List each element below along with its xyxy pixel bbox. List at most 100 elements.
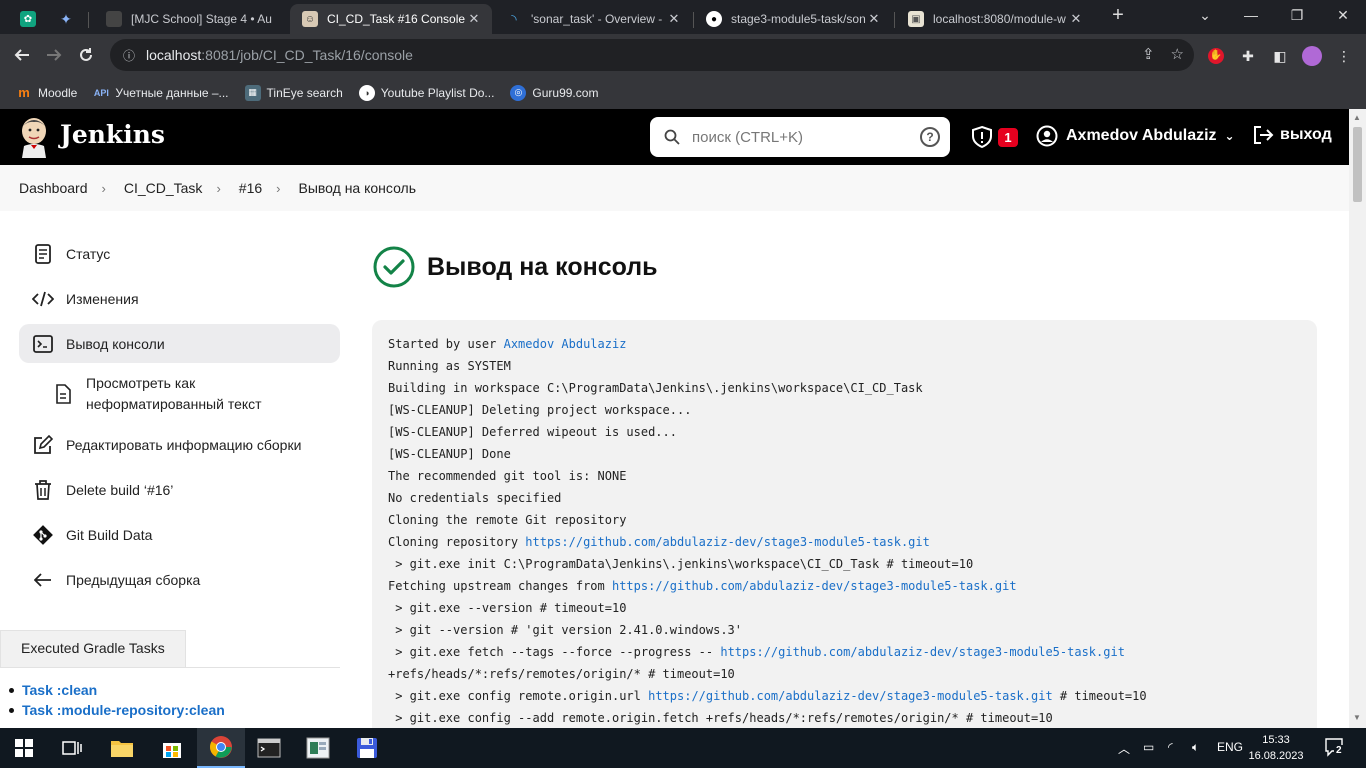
github-icon: ● — [706, 11, 722, 27]
sidebar-item-plain-text[interactable]: Просмотреть как неформатированный текст — [19, 369, 340, 419]
search-box[interactable]: ? — [650, 117, 950, 157]
profile-avatar[interactable] — [1302, 46, 1322, 66]
scroll-down-icon[interactable]: ▼ — [1353, 713, 1361, 722]
shield-warning-icon[interactable] — [970, 125, 994, 149]
language-indicator[interactable]: ENG — [1217, 740, 1243, 754]
tab-close-icon[interactable]: ✕ — [666, 11, 682, 27]
bookmark-moodle[interactable]: m Moodle — [16, 85, 77, 101]
sidebar-item-status[interactable]: Статус — [19, 234, 340, 273]
address-bar[interactable]: ⓘ localhost:8081/job/CI_CD_Task/16/conso… — [110, 39, 1194, 71]
chrome-icon[interactable] — [197, 728, 245, 768]
task-view-icon[interactable] — [48, 728, 96, 768]
page-title: Вывод на консоль — [427, 252, 658, 281]
console-output: Started by user Axmedov Abdulaziz Runnin… — [372, 320, 1317, 740]
gradle-task-link[interactable]: Task :module-repository:clean — [9, 702, 340, 718]
chevron-right-icon: › — [101, 180, 106, 196]
help-icon[interactable]: ? — [920, 127, 940, 147]
page-scrollbar[interactable]: ▲ ▼ — [1349, 109, 1366, 728]
scroll-up-icon[interactable]: ▲ — [1353, 113, 1361, 122]
breadcrumb-job[interactable]: CI_CD_Task — [124, 180, 203, 196]
jenkins-logo-icon[interactable] — [18, 116, 50, 158]
console-line: > git.exe init C:\ProgramData\Jenkins\.j… — [388, 557, 974, 571]
side-panel-icon[interactable]: ◧ — [1270, 46, 1290, 66]
terminal-app-icon[interactable] — [245, 728, 293, 768]
sidebar-item-changes[interactable]: Изменения — [19, 279, 340, 318]
tab-jenkins-console[interactable]: ☺ CI_CD_Task #16 Console [ ✕ — [290, 4, 492, 34]
console-line: +refs/heads/*:refs/remotes/origin/* # ti… — [388, 667, 735, 681]
bookmark-guru99[interactable]: ◎ Guru99.com — [510, 84, 598, 101]
user-link[interactable]: Axmedov Abdulaziz — [504, 337, 627, 351]
console-line: > git.exe fetch --tags --force --progres… — [388, 645, 1125, 659]
tab-executed-gradle-tasks[interactable]: Executed Gradle Tasks — [0, 630, 186, 667]
bookmark-tineye[interactable]: ▦ TinEye search — [244, 84, 343, 101]
breadcrumb-build[interactable]: #16 — [239, 180, 262, 196]
store-icon[interactable] — [148, 728, 196, 768]
minimize-button[interactable]: — — [1228, 0, 1274, 30]
logout-link[interactable]: выход — [1252, 125, 1332, 145]
windows-start-icon[interactable] — [0, 728, 48, 768]
breadcrumb-console[interactable]: Вывод на консоль — [298, 180, 416, 196]
scrollbar-thumb[interactable] — [1353, 127, 1362, 202]
sidebar-item-console-output[interactable]: Вывод консоли — [19, 324, 340, 363]
gradle-task-link[interactable]: Task :clean — [9, 682, 340, 698]
user-name: Axmedov Abdulaziz — [1066, 127, 1217, 144]
adblock-icon[interactable]: ✋ — [1206, 46, 1226, 66]
tab-pinned-chatgpt[interactable]: ✿ — [10, 4, 46, 34]
tab-close-icon[interactable]: ✕ — [866, 11, 882, 27]
repo-link[interactable]: https://github.com/abdulaziz-dev/stage3-… — [648, 689, 1053, 703]
repo-link[interactable]: https://github.com/abdulaziz-dev/stage3-… — [612, 579, 1017, 593]
file-explorer-icon[interactable] — [98, 728, 146, 768]
extensions-icon[interactable]: ✚ — [1238, 46, 1258, 66]
sidebar-item-delete-build[interactable]: Delete build ‘#16’ — [19, 470, 340, 509]
tab-sonar[interactable]: ◝ 'sonar_task' - Overview - S ✕ — [494, 4, 692, 34]
sidebar-item-edit-build-info[interactable]: Редактировать информацию сборки — [19, 425, 340, 464]
tab-close-icon[interactable]: ✕ — [1068, 11, 1084, 27]
repo-link[interactable]: https://github.com/abdulaziz-dev/stage3-… — [525, 535, 930, 549]
tab-search-button[interactable]: ⌄ — [1182, 0, 1228, 30]
sonar-icon: ◝ — [511, 10, 517, 27]
notifications-button[interactable]: 2 — [1324, 737, 1344, 760]
close-window-button[interactable]: ✕ — [1320, 0, 1366, 30]
terminal-icon — [32, 333, 54, 355]
bookmark-credentials[interactable]: API Учетные данные –... — [93, 85, 229, 101]
floppy-save-icon[interactable] — [343, 728, 391, 768]
wifi-icon[interactable]: ◜ — [1168, 740, 1173, 754]
user-menu[interactable]: Axmedov Abdulaziz ⌄ — [1036, 125, 1235, 147]
tab-mjc-school[interactable]: [MJC School] Stage 4 • Au — [94, 4, 290, 34]
tab-pinned-gemini[interactable]: ✦ — [48, 4, 84, 34]
back-button[interactable] — [8, 41, 36, 69]
menu-icon[interactable]: ⋮ — [1334, 46, 1354, 66]
settings-app-icon[interactable] — [294, 728, 342, 768]
repo-link[interactable]: https://github.com/abdulaziz-dev/stage3-… — [720, 645, 1125, 659]
bookmarks-bar: m Moodle API Учетные данные –... ▦ TinEy… — [0, 76, 1366, 109]
info-icon[interactable]: ⓘ — [122, 48, 136, 63]
restore-button[interactable]: ❐ — [1274, 0, 1320, 30]
clock[interactable]: 15:33 16.08.2023 — [1246, 732, 1306, 764]
bookmark-star-icon[interactable]: ☆ — [1171, 45, 1184, 63]
tab-localhost-8080[interactable]: ▣ localhost:8080/module-w ✕ — [898, 4, 1094, 34]
tab-close-icon[interactable]: ✕ — [466, 11, 482, 27]
sidebar-item-git-build-data[interactable]: Git Build Data — [19, 515, 340, 554]
bookmark-youtube-playlist[interactable]: ◑ Youtube Playlist Do... — [358, 84, 494, 101]
console-line: Started by user Axmedov Abdulaziz — [388, 337, 627, 351]
sidebar-item-previous-build[interactable]: Предыдущая сборка — [19, 560, 340, 599]
tab-github[interactable]: ● stage3-module5-task/sona ✕ — [696, 4, 892, 34]
success-check-icon — [373, 246, 415, 288]
jenkins-header: Jenkins ? 1 Axmedov Abdulaziz ⌄ выход — [0, 109, 1349, 165]
battery-icon[interactable]: ▭ — [1143, 740, 1154, 754]
volume-icon[interactable]: 🔈︎ — [1192, 740, 1199, 755]
security-alert-badge[interactable]: 1 — [998, 128, 1018, 147]
chevron-right-icon: › — [216, 180, 221, 196]
console-line: Cloning repository https://github.com/ab… — [388, 535, 930, 549]
chevron-up-icon[interactable]: ︿ — [1118, 740, 1130, 757]
forward-button[interactable] — [40, 41, 68, 69]
search-input[interactable] — [692, 128, 912, 146]
breadcrumb-dashboard[interactable]: Dashboard — [19, 180, 88, 196]
console-line: The recommended git tool is: NONE — [388, 469, 627, 483]
share-icon[interactable]: ⇪ — [1142, 45, 1155, 63]
console-line: Building in workspace C:\ProgramData\Jen… — [388, 381, 923, 395]
jenkins-brand[interactable]: Jenkins — [60, 120, 165, 149]
new-tab-button[interactable]: + — [1102, 0, 1134, 30]
breadcrumb: Dashboard › CI_CD_Task › #16 › Вывод на … — [0, 165, 1349, 211]
reload-button[interactable] — [72, 41, 100, 69]
